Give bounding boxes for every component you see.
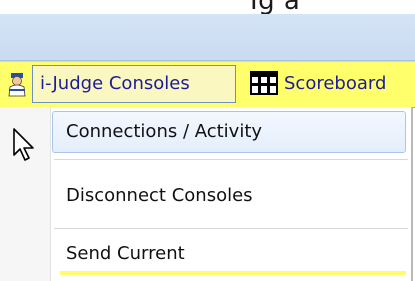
menu-scoreboard-label: Scoreboard [284, 73, 387, 94]
item-highlight-underline [60, 271, 406, 275]
menu-item-label: Send Current [66, 243, 185, 264]
mouse-pointer-icon [13, 128, 34, 161]
menu-ijudge-consoles[interactable]: i-Judge Consoles [0, 62, 238, 107]
ijudge-dropdown-menu: Connections / Activity Disconnect Consol… [0, 107, 413, 281]
menu-item-label: Connections / Activity [66, 121, 263, 142]
menu-ijudge-label: i-Judge Consoles [40, 73, 190, 94]
menu-item-connections-activity[interactable]: Connections / Activity [0, 111, 410, 155]
menu-separator [54, 228, 408, 229]
screenshot-stage: Ig a i-Judge Consoles Scoreboard Connect… [0, 0, 415, 281]
scoreboard-icon [250, 71, 278, 95]
person-icon [8, 73, 26, 97]
menu-item-label: Disconnect Consoles [66, 185, 253, 206]
title-band [0, 14, 415, 61]
menu-bar: i-Judge Consoles Scoreboard [0, 61, 415, 108]
menu-item-disconnect-consoles[interactable]: Disconnect Consoles [0, 175, 410, 219]
menu-separator [54, 159, 408, 160]
